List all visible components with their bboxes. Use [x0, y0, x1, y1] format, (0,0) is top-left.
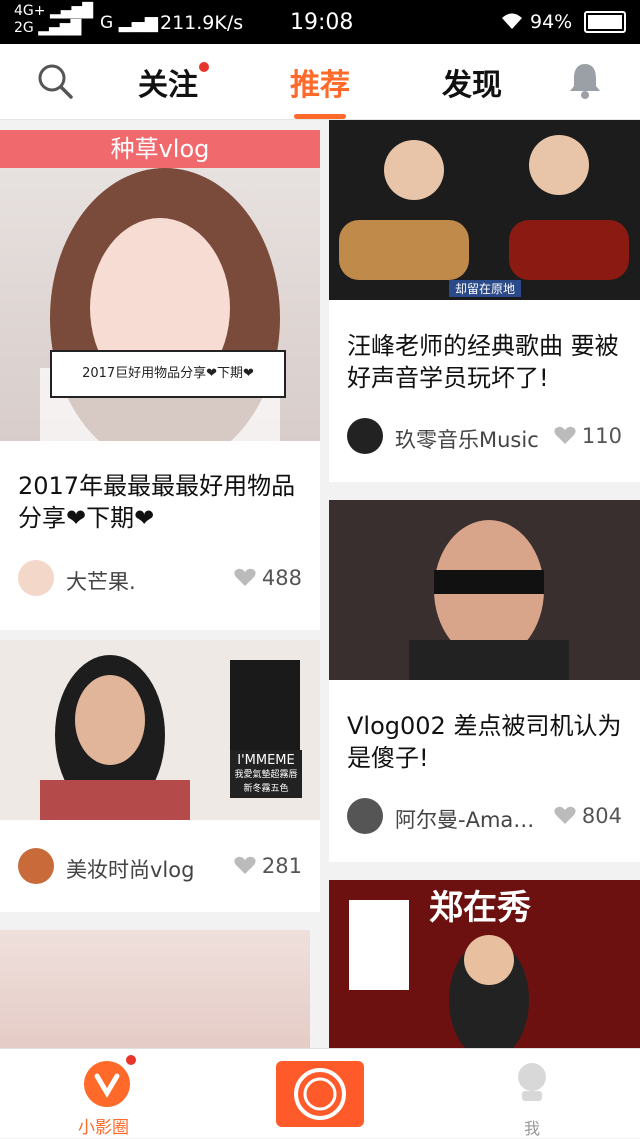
heart-icon: [234, 568, 256, 586]
like-count[interactable]: 804: [554, 804, 622, 828]
signal-indicator: G ▂▄▆: [100, 13, 158, 33]
search-icon[interactable]: [36, 62, 74, 100]
battery-icon: [584, 11, 626, 33]
wifi-icon: [500, 11, 524, 36]
like-count[interactable]: 110: [554, 424, 622, 448]
video-title[interactable]: 汪峰老师的经典歌曲 要被好声音学员玩坏了!: [347, 330, 627, 394]
record-button[interactable]: [276, 1061, 364, 1127]
video-title[interactable]: Vlog002 差点被司机认为是傻子!: [347, 710, 627, 774]
home-badge: [126, 1055, 136, 1065]
tab-discover[interactable]: 发现: [442, 60, 502, 104]
author-name[interactable]: 美妆时尚vlog: [66, 854, 194, 884]
video-card[interactable]: 郑在秀: [329, 880, 640, 1050]
like-count[interactable]: 488: [234, 566, 302, 590]
video-feed[interactable]: 种草vlog 2017巨好用物品分享❤下期❤ 2017年最最最最好用物品分享❤下…: [0, 120, 640, 1050]
heart-icon: [554, 426, 576, 444]
video-thumbnail[interactable]: 种草vlog 2017巨好用物品分享❤下期❤: [0, 130, 320, 441]
avatar[interactable]: [18, 560, 54, 596]
video-card[interactable]: I'MMEME 我愛氣墊超霧唇 新冬霧五色 美妆时尚vlog 281: [0, 640, 320, 912]
tab-recommend[interactable]: 推荐: [290, 60, 350, 104]
tab-follow[interactable]: 关注: [138, 60, 198, 104]
author-name[interactable]: 玖零音乐Music: [395, 424, 539, 454]
heart-icon: [554, 806, 576, 824]
author-name[interactable]: 大芒果.: [66, 566, 136, 596]
network-speed: 211.9K/s: [160, 12, 244, 34]
video-card[interactable]: 种草vlog 2017巨好用物品分享❤下期❤ 2017年最最最最好用物品分享❤下…: [0, 130, 320, 630]
video-title[interactable]: 2017年最最最最好用物品分享❤下期❤: [18, 470, 308, 534]
avatar[interactable]: [347, 798, 383, 834]
avatar[interactable]: [347, 418, 383, 454]
video-thumbnail[interactable]: [0, 930, 310, 1050]
nav-me-label[interactable]: 我: [524, 1115, 540, 1139]
bottom-navigation: 小影圈 我: [0, 1048, 640, 1138]
video-thumbnail[interactable]: 却留在原地: [329, 120, 640, 300]
network-indicator: 4G+ ▂▄▆█ 2G ▂▄▆█: [14, 3, 94, 36]
video-card[interactable]: [0, 930, 310, 1050]
profile-icon[interactable]: [512, 1061, 552, 1103]
video-thumbnail[interactable]: 郑在秀: [329, 880, 640, 1050]
bell-icon[interactable]: [566, 60, 604, 100]
home-icon[interactable]: [84, 1061, 130, 1107]
clock: 19:08: [290, 10, 354, 35]
video-thumbnail[interactable]: I'MMEME 我愛氣墊超霧唇 新冬霧五色: [0, 640, 320, 820]
top-navigation: 关注 推荐 发现: [0, 44, 640, 120]
video-card[interactable]: 却留在原地 汪峰老师的经典歌曲 要被好声音学员玩坏了! 玖零音乐Music 11…: [329, 120, 640, 482]
follow-badge: [199, 62, 209, 72]
thumbnail-banner: 种草vlog: [0, 130, 320, 168]
nav-home-label[interactable]: 小影圈: [78, 1113, 129, 1138]
heart-icon: [234, 856, 256, 874]
like-count[interactable]: 281: [234, 854, 302, 878]
status-bar: 4G+ ▂▄▆█ 2G ▂▄▆█ G ▂▄▆ 211.9K/s 19:08 94…: [0, 0, 640, 44]
thumbnail-caption: 2017巨好用物品分享❤下期❤: [50, 350, 286, 398]
active-tab-indicator: [294, 114, 346, 119]
battery-percent: 94%: [530, 11, 573, 33]
author-name[interactable]: 阿尔曼-Ama…: [395, 804, 534, 834]
avatar[interactable]: [18, 848, 54, 884]
video-card[interactable]: Vlog002 差点被司机认为是傻子! 阿尔曼-Ama… 804: [329, 500, 640, 862]
video-thumbnail[interactable]: [329, 500, 640, 680]
